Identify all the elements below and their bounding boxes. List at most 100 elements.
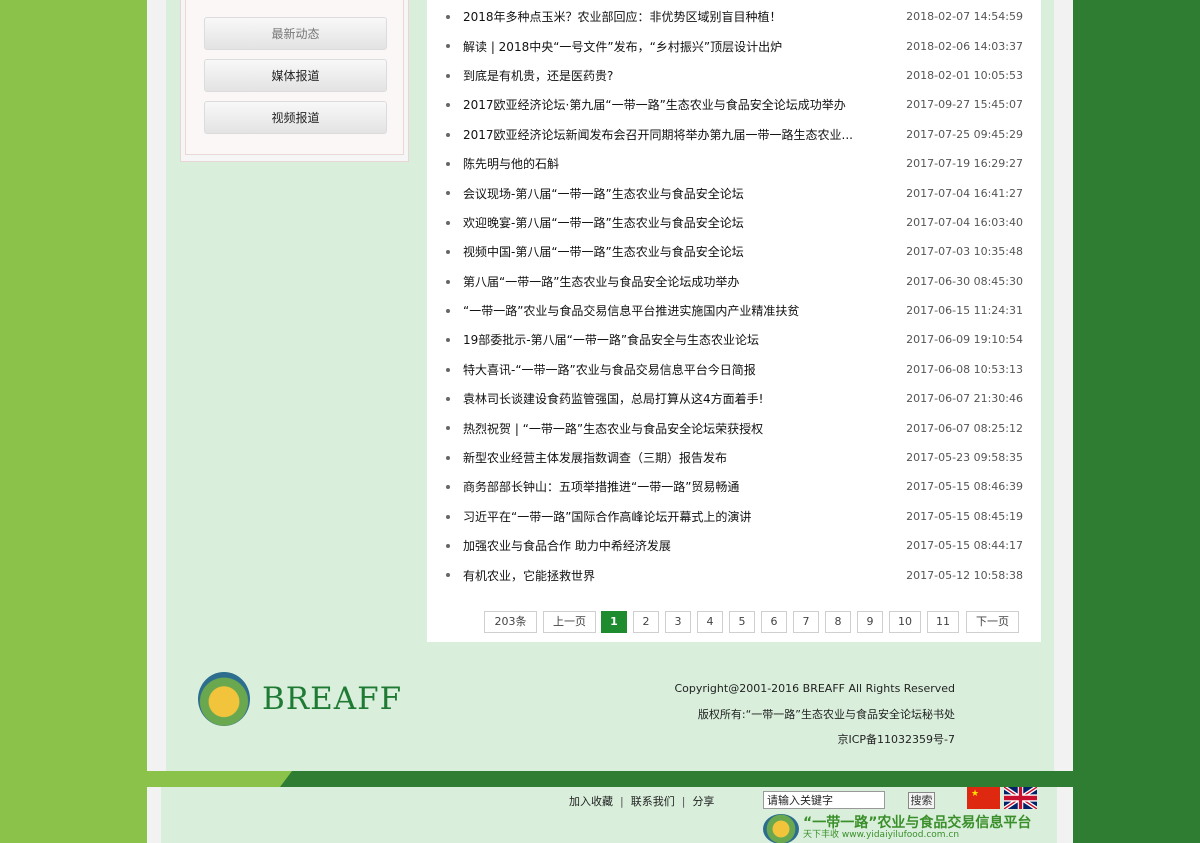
news-title-link[interactable]: 第八届“一带一路”生态农业与食品安全论坛成功举办: [463, 273, 863, 290]
news-title-link[interactable]: 习近平在“一带一路”国际合作高峰论坛开幕式上的演讲: [463, 508, 863, 525]
sidebar-item-label: 视频报道: [271, 111, 320, 125]
news-title-link[interactable]: 热烈祝贺 | “一带一路”生态农业与食品安全论坛荣获授权: [463, 420, 863, 437]
news-list: 2018年多种点玉米？农业部回应：非优势区域别盲目种植！ 2018-02-07 1…: [427, 2, 1041, 590]
news-title-link[interactable]: 2018年多种点玉米？农业部回应：非优势区域别盲目种植！: [463, 8, 863, 25]
pager-page-9[interactable]: 9: [857, 611, 883, 633]
news-title-link[interactable]: 袁林司长谈建设食药监管强国，总局打算从这4方面着手!: [463, 390, 863, 407]
list-item: 2017欧亚经济论坛·第九届“一带一路”生态农业与食品安全论坛成功举办 2017-…: [427, 90, 1041, 119]
news-date: 2017-05-15 08:46:39: [906, 480, 1023, 494]
news-date: 2017-06-08 10:53:13: [906, 362, 1023, 376]
list-item: 加强农业与食品合作 助力中希经济发展 2017-05-15 08:44:17: [427, 531, 1041, 560]
news-date: 2017-05-23 09:58:35: [906, 451, 1023, 465]
sidebar-item-video-reports[interactable]: 视频报道: [204, 101, 387, 134]
link-divider: |: [681, 795, 686, 808]
search-button[interactable]: 搜索: [908, 792, 935, 809]
pager-page-1[interactable]: 1: [601, 611, 627, 633]
pager-page-5[interactable]: 5: [729, 611, 755, 633]
news-title-link[interactable]: 2017欧亚经济论坛·第九届“一带一路”生态农业与食品安全论坛成功举办: [463, 96, 863, 113]
copyright-text: Copyright@2001-2016 BREAFF All Rights Re…: [674, 682, 955, 695]
news-title-link[interactable]: 到底是有机贵，还是医药贵?: [463, 67, 863, 84]
news-title-link[interactable]: 2017欧亚经济论坛新闻发布会召开同期将举办第九届一带一路生态农业...: [463, 126, 863, 143]
pager-prev-button[interactable]: 上一页: [543, 611, 596, 633]
platform-url: www.yidaiyilufood.com.cn: [841, 830, 960, 840]
add-favorite-link[interactable]: 加入收藏: [569, 795, 613, 808]
list-item: 袁林司长谈建设食药监管强国，总局打算从这4方面着手! 2017-06-07 21:…: [427, 384, 1041, 413]
list-item: 特大喜讯-“一带一路”农业与食品交易信息平台今日简报 2017-06-08 10:…: [427, 355, 1041, 384]
news-title-link[interactable]: 解读 | 2018中央“一号文件”发布，“乡村振兴”顶层设计出炉: [463, 38, 863, 55]
sidebar-item-label: 媒体报道: [271, 69, 320, 83]
list-item: 热烈祝贺 | “一带一路”生态农业与食品安全论坛荣获授权 2017-06-07 0…: [427, 413, 1041, 442]
footer-strip-light: [147, 771, 292, 787]
list-item: 会议现场-第八届“一带一路”生态农业与食品安全论坛 2017-07-04 16:4…: [427, 178, 1041, 207]
news-title-link[interactable]: 欢迎晚宴-第八届“一带一路”生态农业与食品安全论坛: [463, 214, 863, 231]
pager-page-2[interactable]: 2: [633, 611, 659, 633]
wheat-logo-icon: [198, 672, 250, 726]
news-date: 2017-07-03 10:35:48: [906, 245, 1023, 259]
list-item: 陈先明与他的石斛 2017-07-19 16:29:27: [427, 149, 1041, 178]
news-title-link[interactable]: 视频中国-第八届“一带一路”生态农业与食品安全论坛: [463, 243, 863, 260]
news-title-link[interactable]: 加强农业与食品合作 助力中希经济发展: [463, 537, 863, 554]
list-item: 到底是有机贵，还是医药贵? 2018-02-01 10:05:53: [427, 61, 1041, 90]
list-item: 有机农业，它能拯救世界 2017-05-12 10:58:38: [427, 560, 1041, 589]
news-date: 2017-07-04 16:41:27: [906, 186, 1023, 200]
pager-page-4[interactable]: 4: [697, 611, 723, 633]
pager-page-3[interactable]: 3: [665, 611, 691, 633]
platform-logo: “一带一路”农业与食品交易信息平台 天下丰收 www.yidaiyilufood…: [763, 814, 1031, 843]
sidebar-item-latest-news[interactable]: 最新动态: [204, 17, 387, 50]
news-title-link[interactable]: 商务部部长钟山：五项举措推进“一带一路”贸易畅通: [463, 478, 863, 495]
list-item: “一带一路”农业与食品交易信息平台推进实施国内产业精准扶贫 2017-06-15 …: [427, 296, 1041, 325]
news-date: 2017-05-15 08:45:19: [906, 509, 1023, 523]
icp-text: 京ICP备11032359号-7: [837, 733, 955, 746]
platform-title: “一带一路”农业与食品交易信息平台: [803, 815, 1032, 831]
news-title-link[interactable]: 特大喜讯-“一带一路”农业与食品交易信息平台今日简报: [463, 361, 863, 378]
pager-page-10[interactable]: 10: [889, 611, 921, 633]
sidebar-menu: 最新动态 媒体报道 视频报道: [180, 0, 409, 162]
list-item: 2018年多种点玉米？农业部回应：非优势区域别盲目种植！ 2018-02-07 1…: [427, 2, 1041, 31]
page-container: 最新动态 媒体报道 视频报道 2018年多种点玉米？农业部回应：非优势区域别盲目…: [147, 0, 1073, 771]
list-item: 第八届“一带一路”生态农业与食品安全论坛成功举办 2017-06-30 08:45…: [427, 267, 1041, 296]
bottom-links: 加入收藏 | 联系我们 | 分享: [569, 793, 714, 809]
list-item: 2017欧亚经济论坛新闻发布会召开同期将举办第九届一带一路生态农业... 2017…: [427, 120, 1041, 149]
pager-page-8[interactable]: 8: [825, 611, 851, 633]
pager-page-6[interactable]: 6: [761, 611, 787, 633]
news-date: 2017-05-15 08:44:17: [906, 539, 1023, 553]
platform-logo-text: “一带一路”农业与食品交易信息平台 天下丰收 www.yidaiyilufood…: [803, 815, 1032, 841]
sidebar-frame: 最新动态 媒体报道 视频报道: [185, 0, 404, 155]
chinese-flag-icon[interactable]: ★: [967, 787, 1000, 809]
wheat-logo-icon: [763, 814, 799, 843]
sidebar-item-media-reports[interactable]: 媒体报道: [204, 59, 387, 92]
owner-text: 版权所有:“一带一路”生态农业与食品安全论坛秘书处: [697, 707, 955, 721]
news-title-link[interactable]: “一带一路”农业与食品交易信息平台推进实施国内产业精准扶贫: [463, 302, 863, 319]
union-jack-icon: [1004, 787, 1037, 809]
news-date: 2017-06-30 08:45:30: [906, 274, 1023, 288]
news-title-link[interactable]: 有机农业，它能拯救世界: [463, 567, 863, 584]
news-date: 2017-09-27 15:45:07: [906, 98, 1023, 112]
news-date: 2017-06-09 19:10:54: [906, 333, 1023, 347]
star-icon: ★: [971, 789, 980, 799]
news-date: 2017-06-15 11:24:31: [906, 304, 1023, 318]
list-item: 欢迎晚宴-第八届“一带一路”生态农业与食品安全论坛 2017-07-04 16:0…: [427, 208, 1041, 237]
pager-next-button[interactable]: 下一页: [966, 611, 1019, 633]
news-title-link[interactable]: 新型农业经营主体发展指数调查（三期）报告发布: [463, 449, 863, 466]
pager-page-7[interactable]: 7: [793, 611, 819, 633]
contact-us-link[interactable]: 联系我们: [631, 795, 675, 808]
copyright-block: Copyright@2001-2016 BREAFF All Rights Re…: [674, 676, 955, 753]
uk-flag-icon[interactable]: [1004, 787, 1037, 809]
news-date: 2018-02-06 14:03:37: [906, 39, 1023, 53]
news-title-link[interactable]: 会议现场-第八届“一带一路”生态农业与食品安全论坛: [463, 185, 863, 202]
news-date: 2017-06-07 08:25:12: [906, 421, 1023, 435]
news-title-link[interactable]: 陈先明与他的石斛: [463, 155, 863, 172]
search-input[interactable]: [763, 791, 885, 809]
news-date: 2018-02-07 14:54:59: [906, 10, 1023, 24]
platform-sub: 天下丰收: [803, 830, 840, 840]
news-date: 2017-07-25 09:45:29: [906, 127, 1023, 141]
pager-page-11[interactable]: 11: [927, 611, 959, 633]
list-item: 视频中国-第八届“一带一路”生态农业与食品安全论坛 2017-07-03 10:3…: [427, 237, 1041, 266]
share-link[interactable]: 分享: [692, 795, 714, 808]
list-item: 解读 | 2018中央“一号文件”发布，“乡村振兴”顶层设计出炉 2018-02-…: [427, 31, 1041, 60]
list-item: 习近平在“一带一路”国际合作高峰论坛开幕式上的演讲 2017-05-15 08:4…: [427, 502, 1041, 531]
news-date: 2017-06-07 21:30:46: [906, 392, 1023, 406]
logo-text: BREAFF: [262, 681, 403, 717]
link-divider: |: [620, 795, 624, 808]
news-title-link[interactable]: 19部委批示-第八届“一带一路”食品安全与生态农业论坛: [463, 331, 863, 348]
